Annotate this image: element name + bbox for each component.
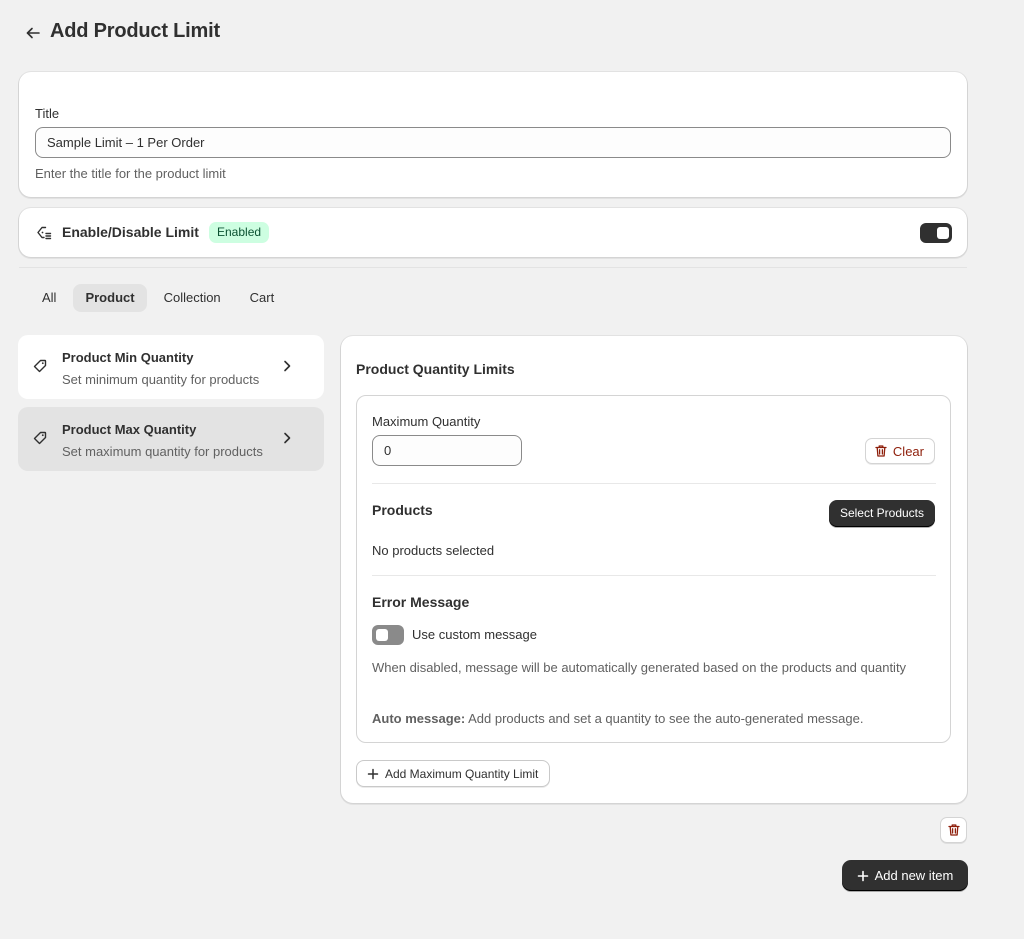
clear-button-label: Clear	[892, 443, 924, 459]
chevron-right-icon	[284, 360, 291, 372]
add-max-quantity-limit-button[interactable]: Add Maximum Quantity Limit	[356, 760, 551, 787]
trash-icon	[875, 445, 887, 457]
add-new-item-button[interactable]: Add new item	[842, 860, 968, 891]
back-button[interactable]	[22, 22, 44, 44]
toggle-knob	[937, 227, 949, 239]
auto-message: Auto message: Add products and set a qua…	[372, 711, 863, 726]
add-max-quantity-limit-label: Add Maximum Quantity Limit	[385, 766, 539, 781]
plus-icon	[367, 768, 379, 779]
tab-product[interactable]: Product	[73, 284, 147, 312]
divider	[372, 483, 936, 484]
status-badge: Enabled	[209, 222, 270, 243]
title-help-text: Enter the title for the product limit	[35, 166, 226, 181]
discount-icon	[37, 226, 52, 240]
plus-icon	[857, 870, 868, 881]
title-field-label: Title	[35, 106, 60, 121]
max-quantity-label: Maximum Quantity	[372, 414, 481, 429]
trash-icon	[947, 824, 960, 836]
divider	[372, 575, 936, 576]
enable-limit-toggle[interactable]	[920, 223, 952, 243]
products-section-title: Products	[372, 502, 433, 518]
auto-message-description: When disabled, message will be automatic…	[372, 660, 907, 675]
clear-button[interactable]: Clear	[864, 438, 935, 464]
add-new-item-label: Add new item	[874, 868, 954, 883]
side-item-title: Product Min Quantity	[62, 350, 194, 365]
select-products-button[interactable]: Select Products	[828, 500, 935, 527]
custom-message-toggle[interactable]	[372, 625, 404, 645]
page-title: Add Product Limit	[50, 20, 220, 42]
section-divider	[19, 267, 967, 268]
max-quantity-input[interactable]	[372, 435, 522, 466]
enable-limit-label: Enable/Disable Limit	[62, 224, 199, 240]
tag-icon	[33, 431, 47, 445]
chevron-right-icon	[284, 432, 291, 444]
auto-message-text: Add products and set a quantity to see t…	[468, 711, 864, 726]
tab-all[interactable]: All	[30, 284, 68, 312]
panel-title: Product Quantity Limits	[356, 361, 515, 377]
tab-cart[interactable]: Cart	[238, 284, 287, 312]
side-item-title: Product Max Quantity	[62, 422, 197, 437]
auto-message-label: Auto message:	[372, 711, 466, 726]
title-card: Title Enter the title for the product li…	[19, 72, 967, 197]
error-message-title: Error Message	[372, 594, 470, 610]
no-products-text: No products selected	[372, 543, 495, 558]
arrow-left-icon	[26, 27, 40, 39]
custom-message-label: Use custom message	[412, 627, 537, 642]
title-input[interactable]	[35, 127, 951, 158]
delete-item-button[interactable]	[940, 817, 967, 843]
tag-icon	[33, 359, 47, 373]
max-quantity-limit-card: Maximum Quantity Clear Products Select P…	[356, 395, 951, 743]
enable-limit-card: Enable/Disable Limit Enabled	[19, 208, 967, 257]
side-item-description: Set minimum quantity for products	[62, 372, 260, 387]
product-quantity-limits-panel: Product Quantity Limits Maximum Quantity…	[341, 336, 967, 803]
filter-tabs: All Product Collection Cart	[30, 284, 291, 312]
side-item-product-min-quantity[interactable]: Product Min Quantity Set minimum quantit…	[18, 335, 324, 399]
toggle-knob	[376, 629, 388, 641]
side-item-product-max-quantity[interactable]: Product Max Quantity Set maximum quantit…	[18, 407, 324, 471]
tab-collection[interactable]: Collection	[152, 284, 233, 312]
side-item-description: Set maximum quantity for products	[62, 444, 263, 459]
